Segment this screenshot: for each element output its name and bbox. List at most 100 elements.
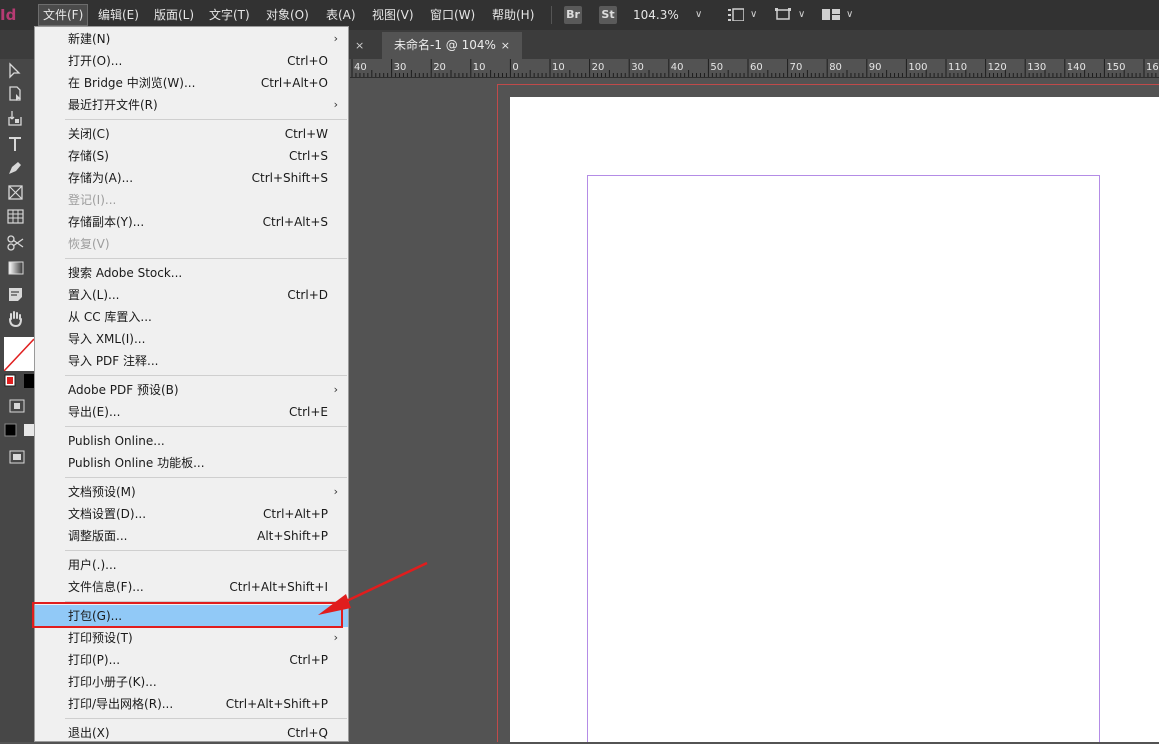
formatting-container-icon[interactable]: [9, 399, 25, 413]
menu-view[interactable]: 视图(V): [368, 5, 418, 25]
menu-item-label: 导入 PDF 注释...: [68, 354, 159, 368]
file-menu-item[interactable]: 在 Bridge 中浏览(W)... Ctrl+Alt+O: [35, 72, 348, 94]
margin-guide: [587, 175, 1100, 742]
stock-button[interactable]: St: [599, 6, 617, 24]
hand-tool-icon[interactable]: [6, 310, 26, 328]
screen-mode-tool-icon[interactable]: [9, 450, 25, 464]
pen-tool-icon[interactable]: [6, 159, 26, 177]
file-menu-item[interactable]: 新建(N) ›: [35, 28, 348, 50]
file-menu-item[interactable]: Adobe PDF 预设(B) ›: [35, 379, 348, 401]
table-tool-icon[interactable]: [6, 208, 26, 226]
file-menu-item[interactable]: 文档设置(D)... Ctrl+Alt+P: [35, 503, 348, 525]
menu-item-label: 打印小册子(K)...: [68, 675, 157, 689]
ruler-ticks: 40 30 20 10 0 10 20 30 40 50 60 70 80 90 100 110 120 130 1…: [351, 59, 1159, 77]
close-icon[interactable]: ×: [501, 32, 510, 59]
file-menu-item[interactable]: 存储副本(Y)... Ctrl+Alt+S: [35, 211, 348, 233]
content-collector-icon[interactable]: [6, 109, 26, 127]
ruler-label: 20: [592, 62, 605, 73]
menu-separator: [65, 718, 347, 719]
menu-item-shortcut: Ctrl+P: [289, 653, 328, 667]
file-menu-item[interactable]: 文件信息(F)... Ctrl+Alt+Shift+I: [35, 576, 348, 598]
file-menu-item[interactable]: 调整版面... Alt+Shift+P: [35, 525, 348, 547]
menu-separator: [65, 426, 347, 427]
gradient-tool-icon[interactable]: [6, 259, 26, 277]
arrange-documents-icon[interactable]: [822, 8, 840, 21]
file-menu-item[interactable]: 导出(E)... Ctrl+E: [35, 401, 348, 423]
ruler-label: 50: [710, 62, 723, 73]
menu-layout[interactable]: 版面(L): [150, 5, 198, 25]
menu-help[interactable]: 帮助(H): [488, 5, 538, 25]
menu-edit[interactable]: 编辑(E): [94, 5, 143, 25]
file-menu-item[interactable]: 最近打开文件(R) ›: [35, 94, 348, 116]
menu-item-label: 存储(S): [68, 149, 109, 163]
document-tab[interactable]: 未命名-1 @ 104% ×: [382, 32, 522, 59]
submenu-arrow-icon: ›: [333, 383, 338, 396]
ruler-label: 40: [354, 62, 367, 73]
menu-item-shortcut: Alt+Shift+P: [257, 529, 328, 543]
file-menu-item[interactable]: Publish Online...: [35, 430, 348, 452]
tools-panel: [0, 59, 35, 742]
file-menu-item[interactable]: 打印预设(T) ›: [35, 627, 348, 649]
file-menu-item[interactable]: 导入 PDF 注释...: [35, 350, 348, 372]
menu-type[interactable]: 文字(T): [205, 5, 254, 25]
menu-item-label: Adobe PDF 预设(B): [68, 383, 179, 397]
file-menu-item[interactable]: 从 CC 库置入...: [35, 306, 348, 328]
screen-mode-icon[interactable]: [775, 8, 791, 21]
selection-tool-icon[interactable]: [6, 62, 26, 80]
file-menu-item[interactable]: Publish Online 功能板...: [35, 452, 348, 474]
submenu-arrow-icon: ›: [333, 98, 338, 111]
file-menu-item[interactable]: 文档预设(M) ›: [35, 481, 348, 503]
ruler-label: 120: [988, 62, 1007, 73]
file-menu-item[interactable]: 存储为(A)... Ctrl+Shift+S: [35, 167, 348, 189]
file-menu-item[interactable]: 关闭(C) Ctrl+W: [35, 123, 348, 145]
file-menu-item[interactable]: 打开(O)... Ctrl+O: [35, 50, 348, 72]
menu-item-shortcut: Ctrl+Q: [287, 726, 328, 740]
menu-item-label: 打印(P)...: [68, 653, 121, 667]
page-tool-icon[interactable]: [6, 85, 26, 103]
scissors-tool-icon[interactable]: [6, 234, 26, 252]
arrange-dropdown-icon[interactable]: ∨: [846, 5, 853, 25]
menu-item-label: 打印预设(T): [68, 631, 133, 645]
ruler-label: 110: [948, 62, 967, 73]
file-menu-item[interactable]: 用户(.)...: [35, 554, 348, 576]
file-menu-item[interactable]: 搜索 Adobe Stock...: [35, 262, 348, 284]
ruler-label: 130: [1027, 62, 1046, 73]
rectangle-frame-tool-icon[interactable]: [6, 184, 26, 202]
file-menu-item[interactable]: 打印(P)... Ctrl+P: [35, 649, 348, 671]
swap-fill-stroke-icon[interactable]: [4, 374, 34, 388]
type-tool-icon[interactable]: [6, 135, 26, 153]
ruler-label: 90: [869, 62, 882, 73]
menu-table[interactable]: 表(A): [322, 5, 360, 25]
file-menu-item[interactable]: 置入(L)... Ctrl+D: [35, 284, 348, 306]
zoom-level[interactable]: 104.3%: [633, 5, 679, 25]
menu-item-label: 打印/导出网格(R)...: [68, 697, 174, 711]
screen-mode-dropdown-icon[interactable]: ∨: [798, 5, 805, 25]
submenu-arrow-icon: ›: [333, 485, 338, 498]
file-menu-item[interactable]: 退出(X) Ctrl+Q: [35, 722, 348, 744]
file-menu-item[interactable]: 打印小册子(K)...: [35, 671, 348, 693]
fill-stroke-swatch[interactable]: [3, 337, 35, 372]
menu-item-shortcut: Ctrl+D: [287, 288, 328, 302]
menu-object[interactable]: 对象(O): [262, 5, 313, 25]
close-tab-icon[interactable]: ×: [355, 36, 364, 56]
menu-item-label: 导出(E)...: [68, 405, 121, 419]
menu-item-label: 调整版面...: [68, 529, 128, 543]
file-menu-item[interactable]: 存储(S) Ctrl+S: [35, 145, 348, 167]
zoom-dropdown-icon[interactable]: ∨: [695, 5, 702, 25]
bridge-button[interactable]: Br: [564, 6, 582, 24]
horizontal-ruler: 40 30 20 10 0 10 20 30 40 50 60 70 80 90 100 110 120 130 1…: [350, 59, 1159, 78]
menu-item-label: 从 CC 库置入...: [68, 310, 152, 324]
file-menu-item[interactable]: 打印/导出网格(R)... Ctrl+Alt+Shift+P: [35, 693, 348, 715]
ruler-label: 30: [394, 62, 407, 73]
menu-window[interactable]: 窗口(W): [426, 5, 479, 25]
menu-item-label: 新建(N): [68, 32, 111, 46]
menu-item-label: Publish Online...: [68, 434, 165, 448]
menubar-divider: [551, 6, 552, 24]
view-options-dropdown-icon[interactable]: ∨: [750, 5, 757, 25]
apply-color-icon[interactable]: [4, 423, 34, 437]
menu-file[interactable]: 文件(F): [38, 4, 89, 26]
file-menu-item[interactable]: 导入 XML(I)...: [35, 328, 348, 350]
view-options-icon[interactable]: [728, 8, 745, 22]
ruler-label: 80: [829, 62, 842, 73]
note-tool-icon[interactable]: [6, 286, 26, 304]
